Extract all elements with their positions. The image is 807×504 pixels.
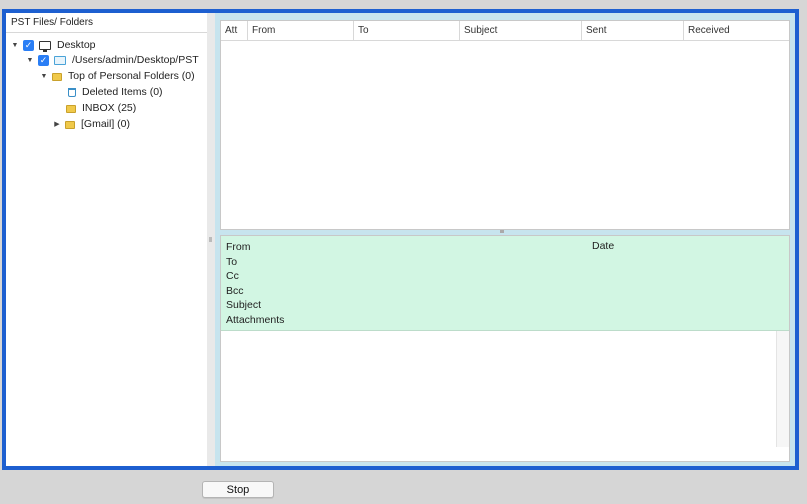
main-frame: PST Files/ Folders ▼ ✓ Desktop ▼ ✓ /User…: [2, 9, 799, 470]
column-header-received[interactable]: Received: [684, 21, 789, 40]
column-header-sent[interactable]: Sent: [582, 21, 684, 40]
mail-body[interactable]: [221, 331, 774, 447]
checkbox-checked-icon[interactable]: ✓: [23, 40, 34, 51]
pst-file-icon: [54, 56, 66, 65]
folder-icon: [66, 104, 76, 113]
column-header-att[interactable]: Att: [221, 21, 248, 40]
folder-panel-header: PST Files/ Folders: [6, 13, 207, 33]
splitter-grip-icon: [209, 237, 212, 242]
folder-icon: [52, 72, 62, 81]
attachments-label: Attachments: [226, 313, 285, 326]
mail-preview-panel: From To Cc Bcc Subject Attachments Date: [220, 235, 790, 462]
mail-list-header: Att From To Subject Sent Received: [221, 21, 789, 41]
to-label: To: [226, 255, 238, 268]
folder-tree-panel: PST Files/ Folders ▼ ✓ Desktop ▼ ✓ /User…: [6, 13, 208, 466]
tree-item-label: Deleted Items (0): [82, 86, 163, 98]
mail-body-scrollbar[interactable]: [776, 331, 789, 447]
bcc-label: Bcc: [226, 284, 244, 297]
column-header-to[interactable]: To: [354, 21, 460, 40]
tree-item-desktop[interactable]: ▼ ✓ Desktop: [10, 38, 96, 53]
from-label: From: [226, 241, 251, 253]
tree-item-label: [Gmail] (0): [81, 118, 131, 130]
mail-list-table: Att From To Subject Sent Received: [220, 20, 790, 230]
cc-label: Cc: [226, 270, 239, 282]
app-window: PST Files/ Folders ▼ ✓ Desktop ▼ ✓ /User…: [0, 0, 807, 504]
tree-item-inbox[interactable]: INBOX (25): [66, 101, 136, 116]
disclosure-open-icon[interactable]: ▼: [39, 69, 49, 84]
checkbox-checked-icon[interactable]: ✓: [38, 55, 49, 66]
tree-item-top-of-personal-folders[interactable]: ▼ Top of Personal Folders (0): [39, 69, 195, 84]
stop-button[interactable]: Stop: [202, 481, 274, 498]
subject-label: Subject: [226, 299, 262, 311]
date-label: Date: [592, 240, 615, 252]
trash-icon: [68, 88, 76, 97]
disclosure-closed-icon[interactable]: ▶: [52, 117, 62, 132]
tree-item-gmail[interactable]: ▶ [Gmail] (0): [52, 117, 130, 132]
folder-icon: [65, 120, 75, 129]
splitter-grip-icon: [500, 230, 504, 233]
tree-item-label: INBOX (25): [82, 102, 137, 114]
tree-item-label: /Users/admin/Desktop/PST: [72, 54, 199, 66]
mail-header-fields: From To Cc Bcc Subject Attachments Date: [221, 236, 789, 331]
disclosure-open-icon[interactable]: ▼: [10, 38, 20, 53]
column-header-subject[interactable]: Subject: [460, 21, 582, 40]
tree-item-label: Top of Personal Folders (0): [68, 70, 195, 82]
mail-panel: Att From To Subject Sent Received From T…: [215, 13, 795, 466]
disclosure-open-icon[interactable]: ▼: [25, 53, 35, 68]
tree-item-deleted-items[interactable]: Deleted Items (0): [66, 85, 163, 100]
column-header-from[interactable]: From: [248, 21, 354, 40]
tree-item-label: Desktop: [57, 39, 96, 51]
tree-item-pst-file[interactable]: ▼ ✓ /Users/admin/Desktop/PST: [25, 53, 199, 68]
vertical-splitter[interactable]: [207, 13, 215, 466]
monitor-icon: [39, 41, 51, 52]
